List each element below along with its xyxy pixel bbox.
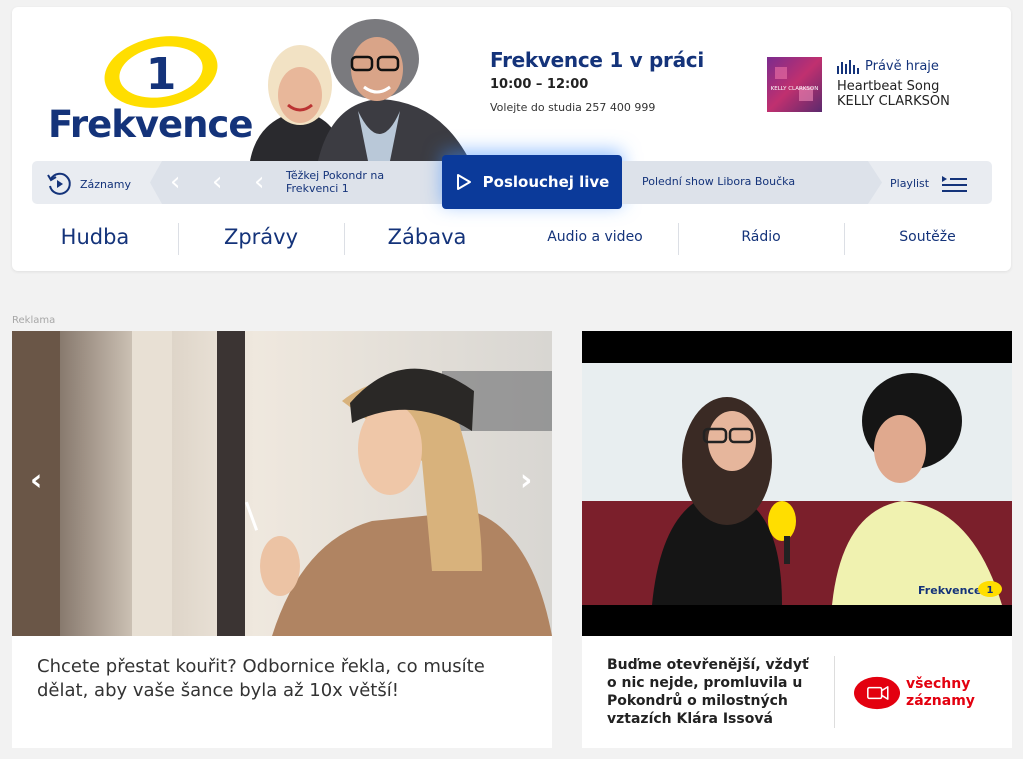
album-cover: KELLY CLARKSON [767,57,822,112]
nav-zpravy[interactable]: Zprávy [178,217,344,257]
show-time: 10:00 – 12:00 [490,77,589,92]
nav-hudba[interactable]: Hudba [12,217,178,257]
records-label: Záznamy [80,177,131,191]
nav-audio-video[interactable]: Audio a video [512,217,678,257]
video-card[interactable]: Frekvence 1 Buďme otevřenější, vždyť o n… [582,331,1012,748]
playlist-button[interactable]: Playlist [890,173,968,193]
now-playing-label: Právě hraje [865,59,939,74]
site-header: 1 Frekvence Frekvence 1 v práci 10:00 – … [12,7,1011,271]
next-show[interactable]: Polední show Libora Boučka [622,161,882,204]
main-nav: Hudba Zprávy Zábava Audio a video Rádio … [12,217,1011,257]
logo-number: 1 [146,49,177,100]
now-playing: Právě hraje Heartbeat Song KELLY CLARKSO… [837,59,1007,109]
frekvence1-logo[interactable]: 1 Frekvence [42,29,253,154]
next-show-title: Polední show Libora Boučka [642,175,796,188]
previous-show[interactable]: ‹ ‹ ‹ Těžkej Pokondr na Frekvenci 1 [150,161,442,204]
divider [834,656,835,728]
show-title[interactable]: Frekvence 1 v práci [490,48,704,72]
song-title: Heartbeat Song [837,79,940,94]
song-artist: KELLY CLARKSON [837,94,950,109]
video-camera-icon [854,676,901,710]
replay-icon [47,172,71,195]
carousel-next-icon[interactable]: › [520,466,532,496]
video-thumbnail[interactable]: Frekvence 1 [582,331,1012,636]
article-image: ‹ › [12,331,552,636]
article-card[interactable]: ‹ › Chcete přestat kouřit? Odbornice řek… [12,331,552,748]
svg-text:1: 1 [987,585,994,596]
player-bar: Záznamy ‹ ‹ ‹ Těžkej Pokondr na Frekvenc… [32,155,992,209]
play-icon [456,174,471,190]
studio-phone: Volejte do studia 257 400 999 [490,101,656,114]
playlist-label: Playlist [890,176,930,190]
all-records-button[interactable]: všechny záznamy [854,671,1012,715]
listen-live-label: Poslouchej live [482,173,610,191]
listen-live-button[interactable]: Poslouchej live [442,155,622,209]
previous-show-title: Těžkej Pokondr na Frekvenci 1 [286,169,385,195]
article-title[interactable]: Chcete přestat kouřit? Odbornice řekla, … [37,655,527,703]
all-records-label: všechny záznamy [906,676,975,709]
nav-souteze[interactable]: Soutěže [844,217,1011,257]
playlist-icon [942,176,968,192]
records-button[interactable]: Záznamy [46,171,131,197]
equalizer-icon [837,59,859,74]
logo-name: Frekvence [48,103,253,146]
hosts-photo [240,7,502,161]
chevron-left-icon: ‹ [254,167,265,197]
video-watermark: Frekvence [918,584,981,597]
cover-text: KELLY CLARKSON [771,86,819,92]
nav-zabava[interactable]: Zábava [344,217,510,257]
video-title[interactable]: Buďme otevřenější, vždyť o nic nejde, pr… [607,656,822,728]
nav-radio[interactable]: Rádio [678,217,844,257]
chevron-left-icon: ‹ [170,167,181,197]
carousel-prev-icon[interactable]: ‹ [30,466,42,496]
ad-label: Reklama [12,315,56,326]
chevron-left-icon: ‹ [212,167,223,197]
